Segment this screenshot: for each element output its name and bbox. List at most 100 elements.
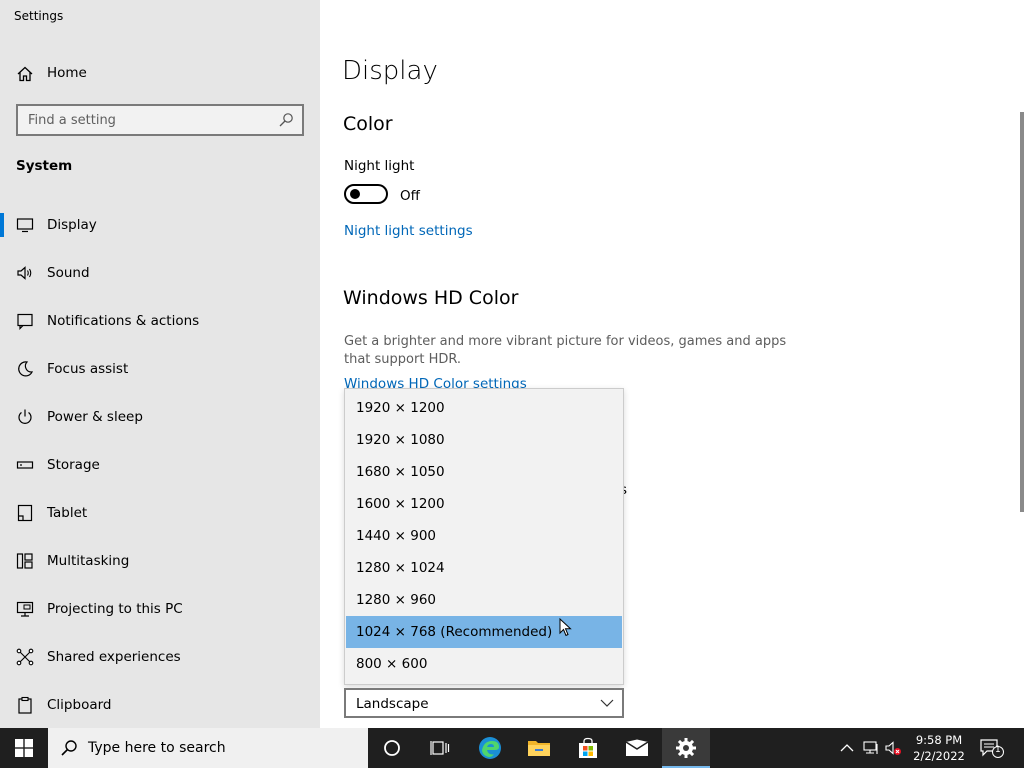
volume-muted-icon[interactable] bbox=[884, 740, 902, 756]
resolution-option-label: 1920 × 1080 bbox=[356, 432, 445, 448]
notification-count-badge: 1 bbox=[995, 745, 1001, 755]
sidebar-item-label: Power & sleep bbox=[47, 409, 143, 425]
resolution-option-label: 1680 × 1050 bbox=[356, 464, 445, 480]
resolution-option-highlighted[interactable]: 1024 × 768 (Recommended) bbox=[346, 616, 622, 648]
cortana-icon bbox=[384, 740, 400, 756]
chevron-down-icon bbox=[600, 699, 614, 707]
app-title: Settings bbox=[14, 9, 64, 23]
resolution-dropdown-list: 1920 × 1200 1920 × 1080 1680 × 1050 1600… bbox=[344, 388, 624, 685]
night-light-label: Night light bbox=[344, 158, 415, 174]
sidebar-item-label: Multitasking bbox=[47, 553, 130, 569]
sidebar-item-label: Storage bbox=[47, 457, 100, 473]
sidebar-item-label: Notifications & actions bbox=[47, 313, 200, 329]
resolution-option-label: 1280 × 960 bbox=[356, 592, 437, 608]
settings-search-input[interactable] bbox=[18, 106, 270, 134]
system-clock[interactable]: 9:58 PM 2/2/2022 bbox=[904, 732, 974, 764]
edge-button[interactable] bbox=[466, 728, 514, 768]
sidebar-item-label: Tablet bbox=[47, 505, 88, 521]
clipboard-icon bbox=[18, 696, 32, 714]
search-icon bbox=[61, 740, 77, 756]
color-heading: Color bbox=[343, 113, 393, 135]
resolution-option[interactable]: 1440 × 900 bbox=[346, 520, 622, 552]
edge-browser-icon bbox=[479, 737, 501, 759]
sidebar-item-tablet[interactable]: Tablet bbox=[0, 489, 320, 537]
night-light-settings-link[interactable]: Night light settings bbox=[344, 223, 473, 239]
section-title: System bbox=[16, 158, 73, 174]
clock-date: 2/2/2022 bbox=[913, 749, 965, 763]
taskbar-search-box[interactable]: Type here to search bbox=[48, 728, 368, 768]
speaker-icon bbox=[17, 266, 32, 280]
sidebar-item-label: Clipboard bbox=[47, 697, 112, 713]
sidebar-item-label: Display bbox=[47, 217, 97, 233]
network-icon[interactable] bbox=[862, 740, 880, 756]
resolution-option-label: 1600 × 1200 bbox=[356, 496, 445, 512]
sidebar-item-label: Home bbox=[47, 65, 87, 81]
sidebar-item-label: Projecting to this PC bbox=[47, 601, 183, 617]
monitor-icon bbox=[16, 218, 34, 233]
toggle-knob bbox=[350, 189, 360, 199]
mail-icon bbox=[625, 739, 649, 756]
sidebar-item-home[interactable]: Home bbox=[0, 56, 320, 90]
page-title: Display bbox=[342, 56, 438, 86]
orientation-value: Landscape bbox=[356, 696, 429, 712]
resolution-option[interactable]: 1920 × 1080 bbox=[346, 424, 622, 456]
resolution-option[interactable]: 1600 × 1200 bbox=[346, 488, 622, 520]
night-light-state: Off bbox=[400, 188, 420, 204]
scrollbar[interactable] bbox=[1020, 112, 1024, 512]
sidebar-item-multitasking[interactable]: Multitasking bbox=[0, 537, 320, 585]
action-center-button[interactable]: 1 bbox=[980, 738, 1004, 758]
cortana-button[interactable] bbox=[368, 728, 416, 768]
resolution-option[interactable]: 1680 × 1050 bbox=[346, 456, 622, 488]
sidebar-item-shared-experiences[interactable]: Shared experiences bbox=[0, 633, 320, 681]
sidebar-item-label: Shared experiences bbox=[47, 649, 181, 665]
share-icon bbox=[16, 648, 34, 666]
file-explorer-button[interactable] bbox=[515, 728, 563, 768]
orientation-select[interactable]: Landscape bbox=[344, 688, 624, 718]
mail-button[interactable] bbox=[613, 728, 661, 768]
sidebar-item-notifications[interactable]: Notifications & actions bbox=[0, 297, 320, 345]
task-view-button[interactable] bbox=[416, 728, 464, 768]
night-light-toggle[interactable] bbox=[344, 184, 388, 204]
moon-icon bbox=[18, 361, 34, 377]
resolution-option-label: 1024 × 768 (Recommended) bbox=[356, 624, 553, 640]
taskbar: Type here to search 9:58 PM 2/2/2022 1 bbox=[0, 728, 1024, 768]
sidebar-item-clipboard[interactable]: Clipboard bbox=[0, 681, 320, 729]
storage-icon bbox=[16, 461, 34, 469]
store-bag-icon bbox=[579, 737, 597, 758]
sidebar-item-power-sleep[interactable]: Power & sleep bbox=[0, 393, 320, 441]
power-icon bbox=[18, 409, 32, 424]
sidebar-item-sound[interactable]: Sound bbox=[0, 249, 320, 297]
hd-color-heading: Windows HD Color bbox=[343, 287, 519, 309]
sidebar-item-storage[interactable]: Storage bbox=[0, 441, 320, 489]
notification-icon bbox=[17, 313, 33, 330]
tablet-icon bbox=[17, 504, 33, 522]
resolution-option[interactable]: 1280 × 1024 bbox=[346, 552, 622, 584]
sidebar-item-display[interactable]: Display bbox=[0, 201, 320, 249]
projector-icon bbox=[16, 601, 34, 617]
gear-icon bbox=[676, 738, 696, 758]
chevron-up-icon[interactable] bbox=[838, 740, 856, 756]
start-button[interactable] bbox=[0, 728, 48, 768]
resolution-option[interactable]: 800 × 600 bbox=[346, 648, 622, 680]
multitasking-icon bbox=[16, 553, 33, 569]
microsoft-store-button[interactable] bbox=[564, 728, 612, 768]
resolution-option[interactable]: 1920 × 1200 bbox=[346, 392, 622, 424]
sidebar-item-focus-assist[interactable]: Focus assist bbox=[0, 345, 320, 393]
home-icon bbox=[17, 66, 33, 82]
taskbar-search-placeholder: Type here to search bbox=[88, 740, 226, 756]
sidebar-item-label: Sound bbox=[47, 265, 90, 281]
settings-taskbar-button[interactable] bbox=[662, 728, 710, 768]
sidebar: Settings Home System Display Sound bbox=[0, 0, 320, 728]
sidebar-nav: Display Sound Notifications & actions Fo… bbox=[0, 201, 320, 729]
resolution-option-label: 1280 × 1024 bbox=[356, 560, 445, 576]
mouse-cursor-icon bbox=[559, 618, 572, 637]
search-icon[interactable] bbox=[278, 112, 294, 128]
hd-color-description: Get a brighter and more vibrant picture … bbox=[344, 334, 787, 367]
windows-logo-icon bbox=[15, 739, 33, 757]
resolution-option-label: 1920 × 1200 bbox=[356, 400, 445, 416]
clock-time: 9:58 PM bbox=[915, 733, 963, 747]
resolution-option[interactable]: 1280 × 960 bbox=[346, 584, 622, 616]
settings-search-box[interactable] bbox=[16, 104, 304, 136]
sidebar-item-projecting[interactable]: Projecting to this PC bbox=[0, 585, 320, 633]
resolution-option-label: 1440 × 900 bbox=[356, 528, 437, 544]
